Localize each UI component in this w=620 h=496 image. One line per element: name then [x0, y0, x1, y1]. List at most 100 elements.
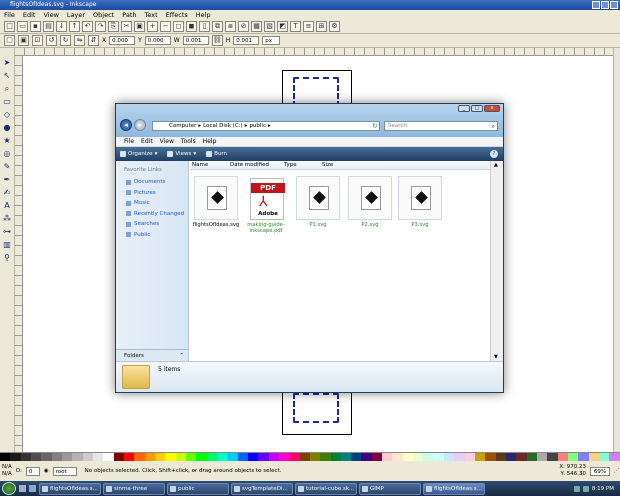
text-tool-icon[interactable]: A — [2, 201, 13, 211]
chevron-right-icon[interactable]: ▸ — [268, 122, 271, 130]
taskbar-button[interactable]: GIMP — [359, 482, 421, 495]
export-icon[interactable]: ↑ — [69, 21, 80, 32]
maximize-button[interactable] — [601, 1, 609, 9]
toolbar-burn-button[interactable]: Burn — [206, 151, 227, 157]
palette-swatch[interactable] — [144, 453, 155, 461]
spiral-tool-icon[interactable]: ◎ — [2, 149, 13, 159]
palette-swatch[interactable] — [433, 453, 445, 461]
palette-swatch[interactable] — [123, 453, 135, 461]
lock-icon[interactable]: ⛓ — [211, 35, 223, 46]
deselect-icon[interactable]: ⊡ — [32, 35, 43, 46]
text-font-icon[interactable]: T — [290, 21, 301, 32]
close-button[interactable] — [610, 1, 618, 9]
palette-swatch[interactable] — [51, 453, 62, 461]
h-field[interactable]: 0.001 — [233, 36, 260, 45]
palette-swatch[interactable] — [351, 453, 362, 461]
column-header-size[interactable]: Size — [322, 161, 333, 170]
favorite-link-music[interactable]: Music — [126, 200, 150, 206]
connector-tool-icon[interactable]: ⊶ — [2, 227, 13, 237]
refresh-icon[interactable]: ↻ — [372, 122, 378, 130]
pen-tool-icon[interactable]: ✒ — [2, 175, 13, 185]
palette-swatch[interactable] — [506, 453, 517, 461]
palette-swatch[interactable] — [413, 453, 424, 461]
palette-swatch[interactable] — [165, 453, 176, 461]
palette-swatch[interactable] — [444, 453, 455, 461]
palette-swatch[interactable] — [578, 453, 589, 461]
start-button[interactable] — [2, 482, 16, 495]
address-segment[interactable]: Computer — [169, 122, 196, 130]
palette-swatch[interactable] — [154, 453, 166, 461]
quick-launch-icon[interactable] — [19, 485, 26, 492]
select-all-icon[interactable]: ▢ — [4, 35, 15, 46]
menu-text[interactable]: Text — [145, 10, 158, 20]
palette-swatch[interactable] — [227, 453, 238, 461]
taskbar-button[interactable]: flightsOfIdeas.s... — [423, 482, 485, 495]
favorite-link-public[interactable]: Public — [126, 232, 150, 238]
taskbar-button[interactable]: flightsOfIdeas.s... — [39, 482, 101, 495]
palette-swatch[interactable] — [495, 453, 507, 461]
explorer-menu-edit[interactable]: Edit — [141, 137, 153, 146]
favorite-link-pictures[interactable]: Pictures — [126, 190, 156, 196]
canvas-vertical-scrollbar[interactable] — [613, 48, 620, 452]
zoom-drawing-icon[interactable]: ◼ — [186, 21, 197, 32]
zoom-fit-icon[interactable]: ◻ — [173, 21, 184, 32]
palette-swatch[interactable] — [237, 453, 248, 461]
flip-h-icon[interactable]: ⇋ — [74, 35, 85, 46]
explorer-menu-tools[interactable]: Tools — [181, 137, 196, 146]
3d-box-tool-icon[interactable]: ◇ — [2, 110, 13, 120]
palette-swatch[interactable] — [547, 453, 558, 461]
palette-swatch[interactable] — [103, 453, 114, 461]
palette-swatch[interactable] — [185, 453, 197, 461]
palette-swatch[interactable] — [247, 453, 259, 461]
palette-swatch[interactable] — [340, 453, 352, 461]
file-item[interactable]: P3.svg — [396, 176, 444, 238]
palette-swatch[interactable] — [382, 453, 393, 461]
pencil-tool-icon[interactable]: ✎ — [2, 162, 13, 172]
rectangle-tool-icon[interactable]: ▭ — [2, 97, 13, 107]
paste-icon[interactable]: ▣ — [134, 21, 145, 32]
palette-swatch[interactable] — [371, 453, 383, 461]
y-field[interactable]: 0.000 — [144, 36, 171, 45]
menu-help[interactable]: Help — [196, 10, 211, 20]
folders-toggle[interactable]: Folders ⌃ — [116, 349, 188, 361]
menu-path[interactable]: Path — [122, 10, 136, 20]
stamp-shape-bottom[interactable] — [293, 393, 339, 423]
unit-select[interactable]: px — [262, 36, 281, 45]
palette-swatch[interactable] — [258, 453, 269, 461]
quick-launch-icon[interactable] — [29, 485, 36, 492]
palette-swatch[interactable] — [309, 453, 321, 461]
fill-stroke-icon[interactable]: ◩ — [277, 21, 288, 32]
favorite-link-searches[interactable]: Searches — [126, 221, 159, 227]
palette-swatch[interactable] — [175, 453, 186, 461]
palette-swatch[interactable] — [588, 453, 600, 461]
palette-swatch[interactable] — [423, 453, 434, 461]
unlink-clone-icon[interactable]: ⊘ — [238, 21, 249, 32]
palette-swatch[interactable] — [61, 453, 73, 461]
selector-tool-icon[interactable]: ➤ — [2, 58, 13, 68]
palette-swatch[interactable] — [196, 453, 207, 461]
palette-swatch[interactable] — [557, 453, 569, 461]
chevron-right-icon[interactable]: ▸ — [198, 122, 201, 130]
file-item[interactable]: PDF ⅄ Adobe making-guide-inkscape.pdf — [242, 176, 290, 238]
ungroup-icon[interactable]: ▧ — [264, 21, 275, 32]
explorer-vertical-scrollbar[interactable] — [490, 161, 503, 361]
xml-editor-icon[interactable]: ≡ — [303, 21, 314, 32]
new-icon[interactable]: □ — [4, 21, 15, 32]
star-tool-icon[interactable]: ★ — [2, 136, 13, 146]
zoom-page-icon[interactable]: ▯ — [199, 21, 210, 32]
palette-swatch[interactable] — [216, 453, 228, 461]
toolbar-views-button[interactable]: Views ▾ — [167, 151, 196, 157]
palette-swatch[interactable] — [485, 453, 496, 461]
palette-swatch[interactable] — [72, 453, 83, 461]
palette-swatch[interactable] — [92, 453, 104, 461]
palette-swatch[interactable] — [516, 453, 527, 461]
gradient-tool-icon[interactable]: ▥ — [2, 240, 13, 250]
menu-object[interactable]: Object — [93, 10, 114, 20]
palette-swatch[interactable] — [392, 453, 403, 461]
taskbar-button[interactable]: tutorial-cube.sk... — [295, 482, 357, 495]
palette-swatch[interactable] — [82, 453, 93, 461]
undo-icon[interactable]: ↶ — [82, 21, 93, 32]
address-segment[interactable]: Local Disk (C:) — [203, 122, 243, 130]
search-icon[interactable]: ⌕ — [492, 122, 495, 131]
taskbar-button[interactable]: public — [167, 482, 229, 495]
